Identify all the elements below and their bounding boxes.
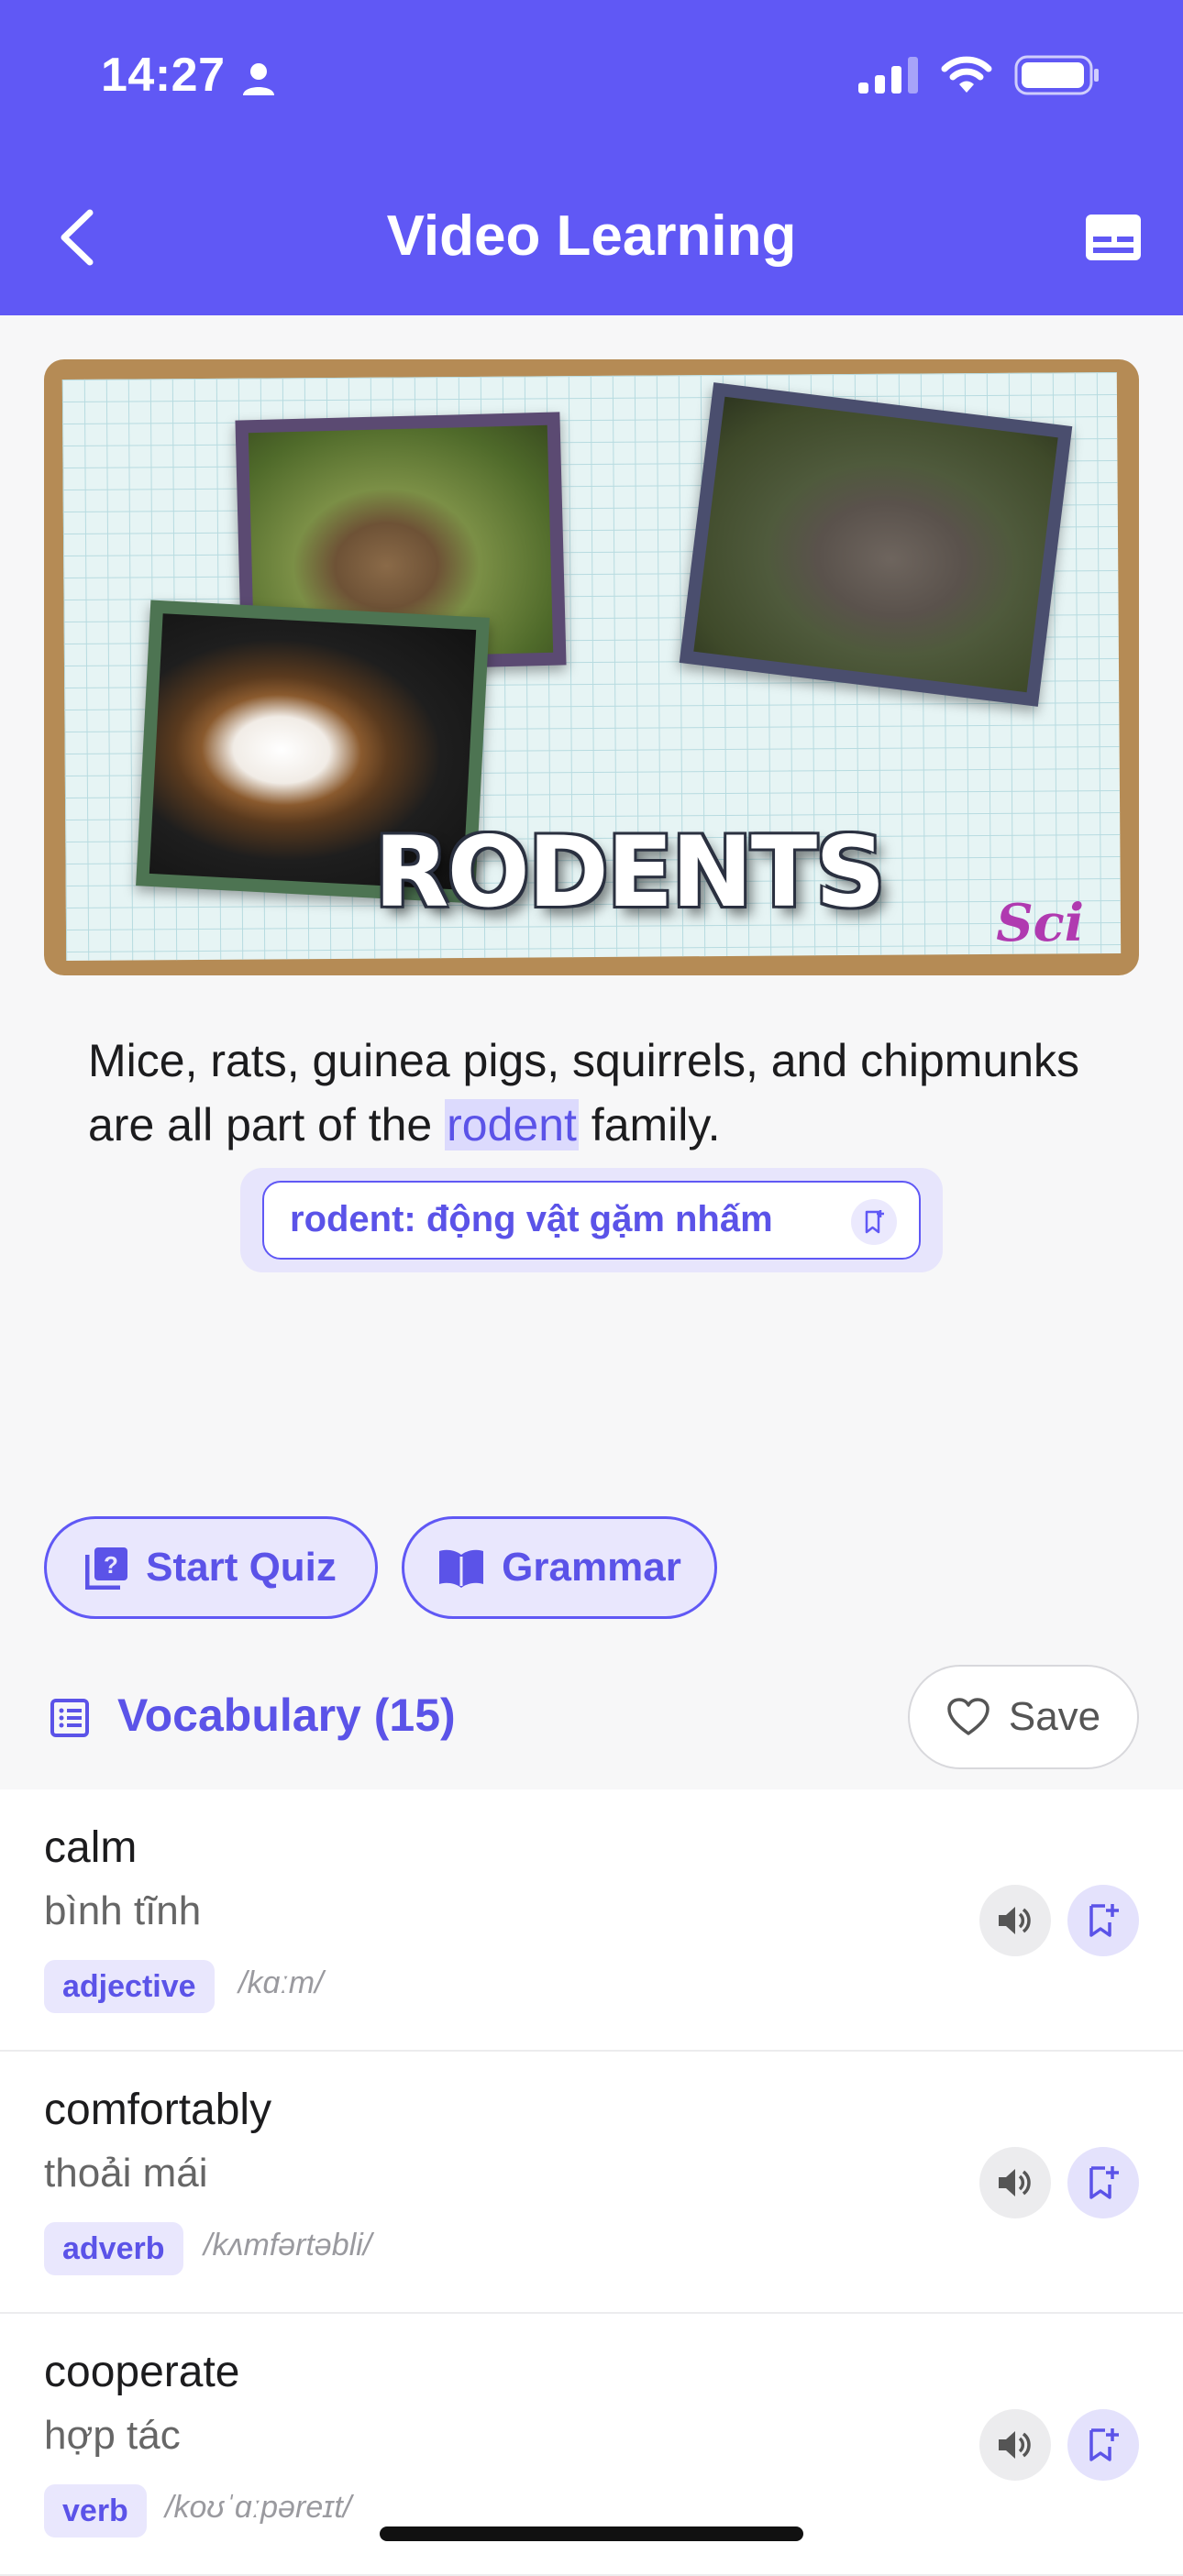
vocab-item[interactable]: comfortably thoải mái adverb /kʌmfərtəbl…	[0, 2052, 1183, 2314]
part-of-speech-badge: adjective	[44, 1960, 215, 2013]
save-button[interactable]: Save	[908, 1665, 1139, 1769]
quiz-icon: ?	[85, 1547, 128, 1590]
page-title: Video Learning	[386, 204, 797, 268]
cellular-signal-icon	[858, 57, 918, 94]
vocab-meaning: thoải mái	[44, 2151, 208, 2196]
vocab-pronunciation: /koʊˈɑːpəreɪt/	[165, 2490, 352, 2525]
svg-text:?: ?	[104, 1551, 118, 1579]
video-player[interactable]: RODENTS Sci	[44, 359, 1139, 975]
highlighted-word[interactable]: rodent	[445, 1099, 579, 1150]
subtitle-after: family.	[578, 1099, 721, 1150]
speaker-icon[interactable]	[979, 1885, 1051, 1956]
status-time: 14:27	[101, 49, 226, 102]
speaker-icon[interactable]	[979, 2147, 1051, 2218]
translation-popup: rodent: động vật gặm nhấm	[240, 1168, 943, 1272]
grammar-label: Grammar	[502, 1545, 681, 1590]
speaker-icon[interactable]	[979, 2409, 1051, 2481]
vocab-pronunciation: /kɑːm/	[238, 1965, 324, 2000]
vocab-meaning: bình tĩnh	[44, 1888, 202, 1933]
start-quiz-label: Start Quiz	[146, 1545, 337, 1590]
vocabulary-list: calm bình tĩnh adjective /kɑːm/ comforta…	[0, 1789, 1183, 2576]
save-label: Save	[1008, 1694, 1101, 1739]
wifi-icon	[941, 56, 992, 93]
subtitles-icon[interactable]	[1084, 213, 1143, 262]
grammar-button[interactable]: Grammar	[402, 1516, 717, 1619]
vocab-word: cooperate	[44, 2348, 240, 2396]
video-title-text: RODENTS	[374, 816, 886, 929]
vocab-word: calm	[44, 1823, 138, 1872]
book-icon	[439, 1549, 484, 1588]
bookmark-add-icon[interactable]	[851, 1199, 897, 1245]
vocab-word: comfortably	[44, 2086, 272, 2134]
list-icon	[50, 1699, 89, 1737]
part-of-speech-badge: adverb	[44, 2222, 183, 2275]
bookmark-add-icon[interactable]	[1067, 2409, 1139, 2481]
translation-pill[interactable]: rodent: động vật gặm nhấm	[262, 1181, 921, 1260]
vocab-meaning: hợp tác	[44, 2413, 181, 2458]
vocab-item[interactable]: calm bình tĩnh adjective /kɑːm/	[0, 1789, 1183, 2052]
vocabulary-title: Vocabulary (15)	[117, 1690, 456, 1741]
status-indicators	[858, 55, 1100, 95]
start-quiz-button[interactable]: ? Start Quiz	[44, 1516, 378, 1619]
vocab-pronunciation: /kʌmfərtəbli/	[204, 2228, 372, 2262]
person-icon	[243, 63, 274, 95]
battery-icon	[1014, 55, 1099, 95]
bookmark-add-icon[interactable]	[1067, 2147, 1139, 2218]
home-indicator[interactable]	[380, 2526, 803, 2541]
bookmark-add-icon[interactable]	[1067, 1885, 1139, 1956]
subtitle-text: Mice, rats, guinea pigs, squirrels, and …	[88, 1029, 1115, 1157]
heart-icon	[947, 1698, 990, 1735]
channel-logo: Sci	[996, 893, 1084, 953]
translation-text: rodent: động vật gặm nhấm	[290, 1199, 773, 1239]
part-of-speech-badge: verb	[44, 2484, 147, 2537]
rat-photo	[679, 382, 1073, 707]
top-bar: 14:27 Video Learning	[0, 0, 1183, 315]
